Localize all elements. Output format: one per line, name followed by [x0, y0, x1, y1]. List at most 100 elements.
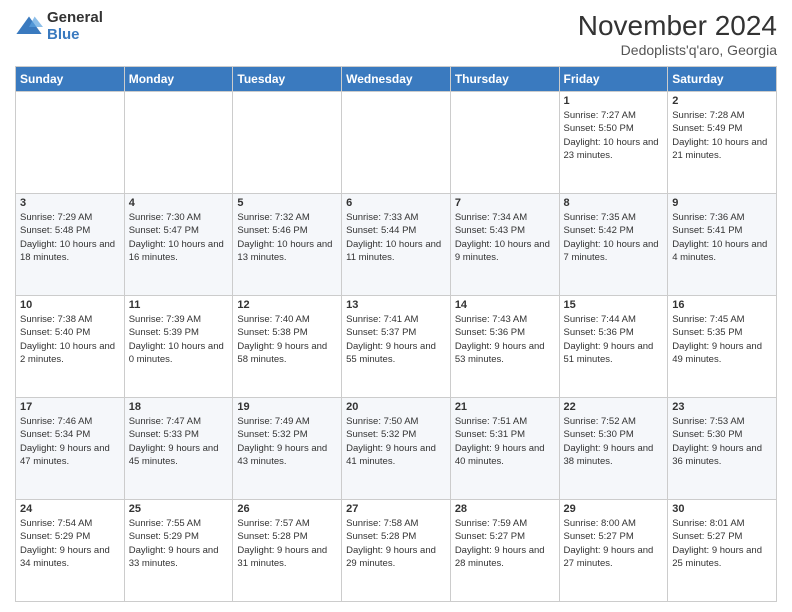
day-info: Sunrise: 7:53 AM Sunset: 5:30 PM Dayligh…	[672, 415, 772, 468]
day-info: Sunrise: 7:36 AM Sunset: 5:41 PM Dayligh…	[672, 211, 772, 264]
calendar-cell: 6 Sunrise: 7:33 AM Sunset: 5:44 PM Daylig…	[342, 194, 451, 296]
day-info: Sunrise: 7:41 AM Sunset: 5:37 PM Dayligh…	[346, 313, 446, 366]
day-info: Sunrise: 8:00 AM Sunset: 5:27 PM Dayligh…	[564, 517, 664, 570]
calendar-day-header: Monday	[124, 67, 233, 92]
logo-blue: Blue	[47, 27, 103, 44]
day-number: 19	[237, 401, 337, 413]
header: General Blue November 2024 Dedoplists'q'…	[15, 10, 777, 58]
day-number: 20	[346, 401, 446, 413]
day-number: 25	[129, 503, 229, 515]
calendar-week-row: 24 Sunrise: 7:54 AM Sunset: 5:29 PM Dayli…	[16, 500, 777, 602]
day-info: Sunrise: 7:45 AM Sunset: 5:35 PM Dayligh…	[672, 313, 772, 366]
calendar-cell: 30 Sunrise: 8:01 AM Sunset: 5:27 PM Dayli…	[668, 500, 777, 602]
day-info: Sunrise: 7:55 AM Sunset: 5:29 PM Dayligh…	[129, 517, 229, 570]
day-info: Sunrise: 7:46 AM Sunset: 5:34 PM Dayligh…	[20, 415, 120, 468]
day-number: 29	[564, 503, 664, 515]
calendar-cell: 5 Sunrise: 7:32 AM Sunset: 5:46 PM Daylig…	[233, 194, 342, 296]
day-info: Sunrise: 7:39 AM Sunset: 5:39 PM Dayligh…	[129, 313, 229, 366]
calendar-cell: 21Sunrise: 7:51 AM Sunset: 5:31 PM Dayli…	[450, 398, 559, 500]
day-number: 2	[672, 95, 772, 107]
day-info: Sunrise: 8:01 AM Sunset: 5:27 PM Dayligh…	[672, 517, 772, 570]
day-number: 17	[20, 401, 120, 413]
calendar-cell: 20 Sunrise: 7:50 AM Sunset: 5:32 PM Dayli…	[342, 398, 451, 500]
calendar-cell: 3Sunrise: 7:29 AM Sunset: 5:48 PM Daylig…	[16, 194, 125, 296]
day-info: Sunrise: 7:44 AM Sunset: 5:36 PM Dayligh…	[564, 313, 664, 366]
day-info: Sunrise: 7:58 AM Sunset: 5:28 PM Dayligh…	[346, 517, 446, 570]
calendar-cell: 1Sunrise: 7:27 AM Sunset: 5:50 PM Daylig…	[559, 92, 668, 194]
calendar-cell: 4 Sunrise: 7:30 AM Sunset: 5:47 PM Daylig…	[124, 194, 233, 296]
day-number: 28	[455, 503, 555, 515]
logo: General Blue	[15, 10, 103, 43]
day-number: 6	[346, 197, 446, 209]
calendar-cell: 9 Sunrise: 7:36 AM Sunset: 5:41 PM Daylig…	[668, 194, 777, 296]
calendar-cell	[342, 92, 451, 194]
day-info: Sunrise: 7:54 AM Sunset: 5:29 PM Dayligh…	[20, 517, 120, 570]
calendar-cell: 17 Sunrise: 7:46 AM Sunset: 5:34 PM Dayli…	[16, 398, 125, 500]
day-number: 1	[564, 95, 664, 107]
month-title: November 2024	[578, 10, 777, 42]
day-number: 8	[564, 197, 664, 209]
calendar-cell: 12Sunrise: 7:40 AM Sunset: 5:38 PM Dayli…	[233, 296, 342, 398]
calendar-cell: 29 Sunrise: 8:00 AM Sunset: 5:27 PM Dayli…	[559, 500, 668, 602]
day-number: 11	[129, 299, 229, 311]
day-number: 4	[129, 197, 229, 209]
calendar-day-header: Saturday	[668, 67, 777, 92]
logo-text: General Blue	[47, 10, 103, 43]
day-info: Sunrise: 7:59 AM Sunset: 5:27 PM Dayligh…	[455, 517, 555, 570]
day-info: Sunrise: 7:47 AM Sunset: 5:33 PM Dayligh…	[129, 415, 229, 468]
calendar-cell: 18 Sunrise: 7:47 AM Sunset: 5:33 PM Dayli…	[124, 398, 233, 500]
calendar-week-row: 17 Sunrise: 7:46 AM Sunset: 5:34 PM Dayli…	[16, 398, 777, 500]
calendar-cell	[16, 92, 125, 194]
calendar-day-header: Sunday	[16, 67, 125, 92]
day-number: 22	[564, 401, 664, 413]
day-number: 26	[237, 503, 337, 515]
day-info: Sunrise: 7:28 AM Sunset: 5:49 PM Dayligh…	[672, 109, 772, 162]
location: Dedoplists'q'aro, Georgia	[578, 42, 777, 58]
calendar-cell	[124, 92, 233, 194]
day-info: Sunrise: 7:35 AM Sunset: 5:42 PM Dayligh…	[564, 211, 664, 264]
calendar-week-row: 1Sunrise: 7:27 AM Sunset: 5:50 PM Daylig…	[16, 92, 777, 194]
day-number: 30	[672, 503, 772, 515]
calendar-cell: 10 Sunrise: 7:38 AM Sunset: 5:40 PM Dayli…	[16, 296, 125, 398]
calendar-week-row: 3Sunrise: 7:29 AM Sunset: 5:48 PM Daylig…	[16, 194, 777, 296]
calendar-cell: 19Sunrise: 7:49 AM Sunset: 5:32 PM Dayli…	[233, 398, 342, 500]
day-info: Sunrise: 7:34 AM Sunset: 5:43 PM Dayligh…	[455, 211, 555, 264]
day-number: 24	[20, 503, 120, 515]
calendar-table: SundayMondayTuesdayWednesdayThursdayFrid…	[15, 66, 777, 602]
calendar-cell	[233, 92, 342, 194]
title-block: November 2024 Dedoplists'q'aro, Georgia	[578, 10, 777, 58]
calendar-day-header: Tuesday	[233, 67, 342, 92]
calendar-cell: 13 Sunrise: 7:41 AM Sunset: 5:37 PM Dayli…	[342, 296, 451, 398]
calendar-cell: 11 Sunrise: 7:39 AM Sunset: 5:39 PM Dayli…	[124, 296, 233, 398]
day-info: Sunrise: 7:50 AM Sunset: 5:32 PM Dayligh…	[346, 415, 446, 468]
day-number: 9	[672, 197, 772, 209]
calendar-header-row: SundayMondayTuesdayWednesdayThursdayFrid…	[16, 67, 777, 92]
calendar-cell: 23 Sunrise: 7:53 AM Sunset: 5:30 PM Dayli…	[668, 398, 777, 500]
day-info: Sunrise: 7:43 AM Sunset: 5:36 PM Dayligh…	[455, 313, 555, 366]
page: General Blue November 2024 Dedoplists'q'…	[0, 0, 792, 612]
day-number: 23	[672, 401, 772, 413]
logo-icon	[15, 13, 43, 41]
day-number: 3	[20, 197, 120, 209]
day-info: Sunrise: 7:38 AM Sunset: 5:40 PM Dayligh…	[20, 313, 120, 366]
calendar-cell: 8 Sunrise: 7:35 AM Sunset: 5:42 PM Daylig…	[559, 194, 668, 296]
day-number: 5	[237, 197, 337, 209]
calendar-day-header: Thursday	[450, 67, 559, 92]
calendar-cell: 22Sunrise: 7:52 AM Sunset: 5:30 PM Dayli…	[559, 398, 668, 500]
calendar-cell: 15 Sunrise: 7:44 AM Sunset: 5:36 PM Dayli…	[559, 296, 668, 398]
day-number: 12	[237, 299, 337, 311]
day-number: 27	[346, 503, 446, 515]
day-number: 10	[20, 299, 120, 311]
calendar-cell	[450, 92, 559, 194]
calendar-cell: 25 Sunrise: 7:55 AM Sunset: 5:29 PM Dayli…	[124, 500, 233, 602]
day-info: Sunrise: 7:30 AM Sunset: 5:47 PM Dayligh…	[129, 211, 229, 264]
calendar-cell: 26Sunrise: 7:57 AM Sunset: 5:28 PM Dayli…	[233, 500, 342, 602]
day-number: 13	[346, 299, 446, 311]
day-number: 18	[129, 401, 229, 413]
day-info: Sunrise: 7:32 AM Sunset: 5:46 PM Dayligh…	[237, 211, 337, 264]
day-info: Sunrise: 7:33 AM Sunset: 5:44 PM Dayligh…	[346, 211, 446, 264]
day-number: 15	[564, 299, 664, 311]
day-number: 14	[455, 299, 555, 311]
calendar-cell: 2 Sunrise: 7:28 AM Sunset: 5:49 PM Daylig…	[668, 92, 777, 194]
calendar-day-header: Friday	[559, 67, 668, 92]
